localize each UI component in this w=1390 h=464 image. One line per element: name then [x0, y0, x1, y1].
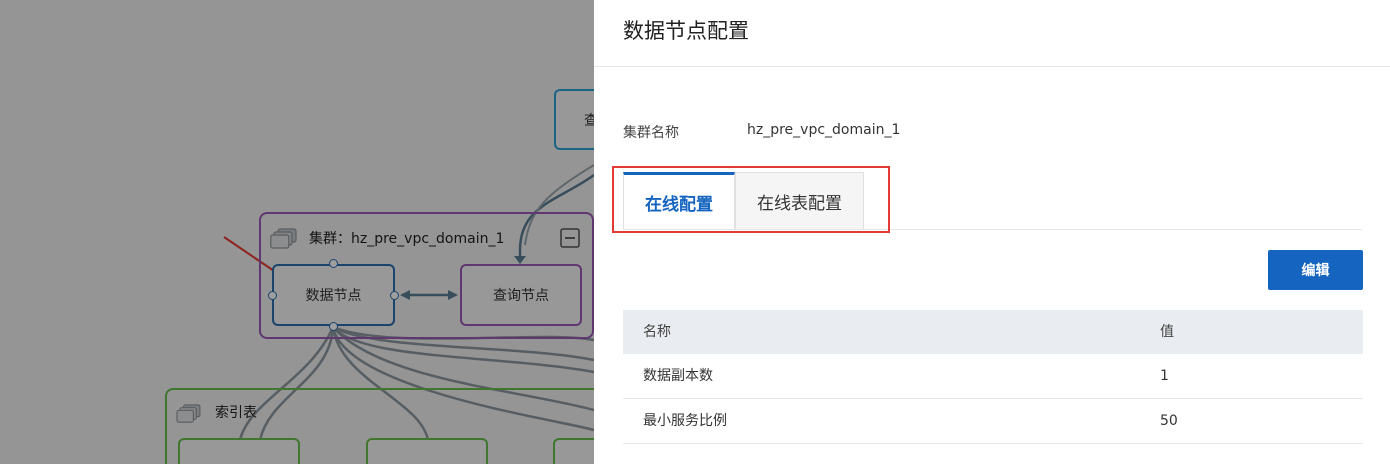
query-node[interactable]: 查询节点 [460, 264, 582, 326]
cluster-name-value: hz_pre_vpc_domain_1 [747, 122, 901, 138]
data-node-label: 数据节点 [305, 288, 362, 304]
header-divider [594, 66, 1390, 67]
index-node-1[interactable] [178, 438, 300, 464]
data-node-port-left[interactable] [268, 291, 277, 300]
data-node-port-top[interactable] [329, 259, 338, 268]
minus-square-icon[interactable] [560, 228, 580, 248]
table-row: 数据副本数 1 [623, 354, 1363, 399]
row-name: 最小服务比例 [643, 413, 727, 429]
cluster-name-label: 集群名称 [623, 125, 679, 141]
index-group-title: 索引表 [215, 405, 257, 421]
header-name: 名称 [643, 324, 671, 340]
config-table: 名称 值 数据副本数 1 最小服务比例 50 [623, 310, 1363, 444]
row-value: 1 [1160, 368, 1169, 384]
top-node[interactable]: 查 [554, 89, 594, 150]
data-node-port-right[interactable] [390, 291, 399, 300]
drawer-title: 数据节点配置 [623, 19, 749, 43]
row-name: 数据副本数 [643, 368, 713, 384]
top-node-label: 查 [584, 112, 594, 129]
edit-button[interactable]: 编辑 [1268, 250, 1363, 290]
topology-canvas[interactable]: 查 集群：hz_pre_vpc_domain_1 数据节点 查询节点 索引表 [0, 0, 594, 464]
stack-icon [270, 228, 297, 249]
query-node-label: 查询节点 [493, 288, 549, 304]
index-node-3[interactable] [553, 438, 594, 464]
header-value: 值 [1160, 324, 1174, 340]
stack-icon [176, 404, 201, 423]
row-value: 50 [1160, 413, 1178, 429]
annotation-highlight-box [612, 166, 890, 233]
index-node-2[interactable] [366, 438, 488, 464]
config-drawer: 数据节点配置 集群名称 hz_pre_vpc_domain_1 在线配置 在线表… [594, 0, 1390, 464]
data-node-port-bottom[interactable] [329, 322, 338, 331]
data-node[interactable]: 数据节点 [272, 264, 395, 326]
cluster-group-title: 集群：hz_pre_vpc_domain_1 [309, 231, 505, 247]
table-row: 最小服务比例 50 [623, 399, 1363, 444]
table-header: 名称 值 [623, 310, 1363, 354]
